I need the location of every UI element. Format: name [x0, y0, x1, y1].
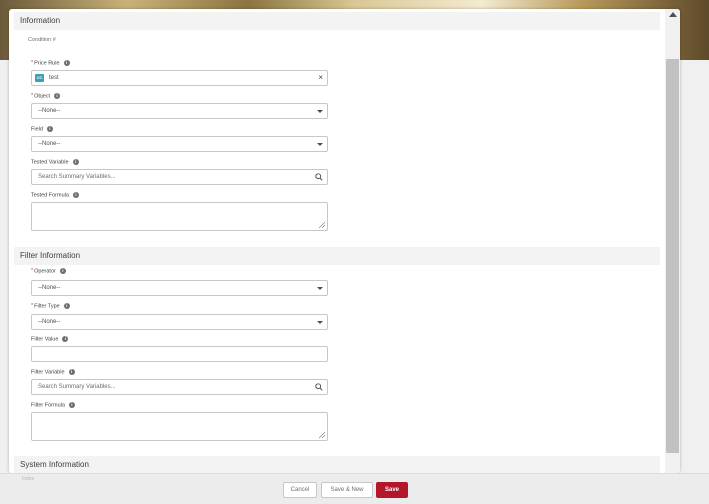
operator-label: *Operator i — [31, 268, 66, 274]
filter-formula-label: Filter Formula i — [31, 402, 75, 408]
chevron-down-icon — [317, 287, 323, 290]
tested-variable-placeholder: Search Summary Variables... — [38, 174, 116, 180]
label-text: Field — [31, 126, 43, 133]
label-text: Operator — [34, 268, 56, 275]
label-text: Filter Type — [34, 303, 60, 310]
object-label: *Object i — [31, 93, 61, 100]
price-rule-lookup[interactable]: CC test × — [31, 70, 328, 86]
label-text: Filter Variable — [31, 369, 65, 376]
info-icon[interactable]: i — [63, 303, 70, 309]
filter-type-value: --None-- — [38, 319, 61, 325]
filter-value-label: Filter Value i — [31, 336, 69, 343]
label-text: Price Rule — [34, 60, 60, 67]
required-marker: * — [31, 93, 34, 100]
filter-type-select[interactable]: --None-- — [31, 314, 328, 330]
condition-number-label: Condition # — [28, 37, 56, 43]
tested-formula-label: Tested Formula i — [31, 192, 79, 198]
info-icon[interactable]: i — [46, 126, 53, 132]
operator-value: --None-- — [38, 285, 61, 291]
label-text: Tested Formula — [31, 192, 69, 199]
filter-variable-search[interactable]: Search Summary Variables... — [31, 379, 328, 395]
clear-icon[interactable]: × — [318, 71, 323, 85]
edit-price-condition-modal: Information Condition # *Price Rule i CC … — [9, 9, 680, 473]
price-rule-object-icon: CC — [35, 74, 44, 82]
chevron-down-icon — [317, 321, 323, 324]
price-rule-label: *Price Rule i — [31, 60, 70, 66]
scrollbar-thumb[interactable] — [666, 59, 679, 453]
label-text: Filter Formula — [31, 402, 65, 409]
save-button[interactable]: Save — [376, 482, 408, 498]
section-title: Information — [20, 16, 61, 25]
info-icon[interactable]: i — [63, 60, 70, 66]
filter-variable-placeholder: Search Summary Variables... — [38, 384, 116, 390]
section-title: System Information — [20, 460, 89, 469]
object-select[interactable]: --None-- — [31, 103, 328, 119]
filter-variable-label: Filter Variable i — [31, 369, 75, 375]
vertical-scrollbar[interactable] — [665, 9, 680, 473]
resize-grip-icon[interactable] — [319, 222, 325, 228]
modal-body: Information Condition # *Price Rule i CC … — [9, 9, 665, 473]
info-icon[interactable]: i — [68, 402, 75, 408]
operator-select[interactable]: --None-- — [31, 280, 328, 296]
label-text: Object — [34, 93, 51, 100]
info-icon[interactable]: i — [72, 159, 79, 165]
search-icon[interactable] — [315, 383, 323, 391]
section-header-information[interactable]: Information — [14, 12, 660, 30]
chevron-down-icon — [317, 143, 323, 146]
scroll-up-arrow-icon[interactable] — [669, 12, 677, 17]
tested-formula-textarea[interactable] — [31, 202, 328, 231]
info-icon[interactable]: i — [59, 268, 66, 274]
filter-value-input[interactable] — [31, 346, 328, 362]
section-title: Filter Information — [20, 251, 81, 260]
required-marker: * — [31, 268, 34, 275]
price-rule-value: test — [49, 75, 59, 81]
info-icon[interactable]: i — [62, 336, 69, 342]
filter-type-label: *Filter Type i — [31, 303, 70, 309]
resize-grip-icon[interactable] — [319, 432, 325, 438]
cancel-button[interactable]: Cancel — [283, 482, 317, 498]
chevron-down-icon — [317, 110, 323, 113]
search-icon[interactable] — [315, 173, 323, 181]
tested-variable-search[interactable]: Search Summary Variables... — [31, 169, 328, 185]
filter-formula-textarea[interactable] — [31, 412, 328, 441]
label-text: Tested Variable — [31, 159, 69, 166]
section-header-filter-information[interactable]: Filter Information — [14, 247, 660, 265]
section-header-system-information[interactable]: System Information — [14, 456, 660, 473]
info-icon[interactable]: i — [72, 192, 79, 198]
field-select[interactable]: --None-- — [31, 136, 328, 152]
field-label: Field i — [31, 126, 53, 132]
object-value: --None-- — [38, 108, 61, 114]
required-marker: * — [31, 303, 34, 310]
info-icon[interactable]: i — [68, 369, 75, 375]
required-marker: * — [31, 60, 34, 67]
field-value: --None-- — [38, 141, 61, 147]
tested-variable-label: Tested Variable i — [31, 159, 79, 165]
faded-field-label: Index — [22, 476, 35, 482]
label-text: Filter Value — [31, 336, 59, 343]
info-icon[interactable]: i — [54, 93, 61, 99]
save-and-new-button[interactable]: Save & New — [321, 482, 373, 498]
